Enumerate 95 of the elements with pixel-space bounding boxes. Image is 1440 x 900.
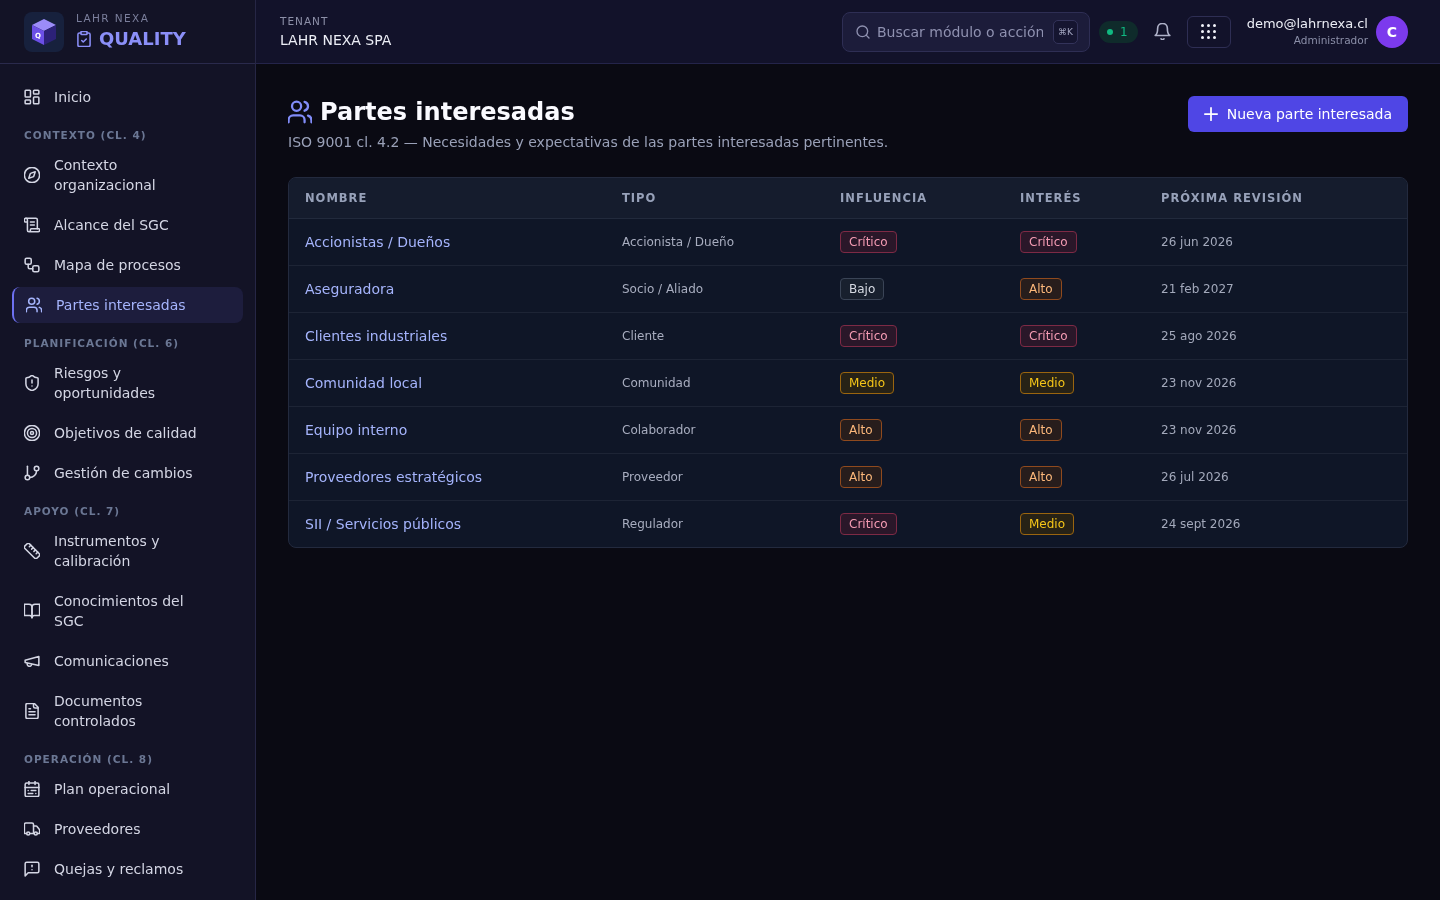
table-cell: 26 jul 2026 — [1161, 470, 1229, 484]
nav-item[interactable]: Comunicaciones — [10, 643, 243, 679]
apps-button[interactable] — [1186, 15, 1231, 48]
company-name: LAHR NEXA — [76, 11, 151, 24]
search-icon — [856, 24, 870, 39]
page-title: Partes interesadas — [320, 97, 575, 128]
party-link[interactable]: Comunidad local — [305, 375, 423, 391]
section-heading: OPERACIÓN (CL. 8) — [23, 752, 154, 767]
message-alert-icon — [24, 861, 40, 877]
party-link[interactable]: Aseguradora — [305, 281, 395, 297]
users-icon — [288, 100, 312, 124]
nav-item[interactable]: Gestión de cambios — [10, 455, 243, 491]
level-badge: Medio — [1020, 513, 1075, 535]
column-header: TIPO — [621, 191, 658, 205]
party-link[interactable]: SII / Servicios públicos — [305, 516, 462, 532]
new-party-button[interactable]: Nueva parte interesada — [1187, 96, 1408, 132]
grid-dots-icon — [1201, 24, 1217, 39]
user-avatar[interactable]: C — [1376, 15, 1408, 48]
table-cell: Colaborador — [622, 423, 696, 437]
table-cell: Socio / Aliado — [622, 282, 704, 296]
level-badge: Bajo — [840, 278, 885, 300]
section-heading: APOYO (CL. 7) — [23, 504, 122, 519]
level-badge: Medio — [840, 372, 895, 394]
shield-icon — [24, 375, 40, 391]
tenant-label: TENANT — [280, 14, 330, 27]
nav-item[interactable]: Inicio — [10, 79, 243, 115]
bell-icon — [1153, 23, 1171, 40]
level-badge: Alto — [840, 466, 882, 488]
plus-icon — [1203, 107, 1218, 121]
party-link[interactable]: Equipo interno — [305, 422, 408, 438]
product-name: QUALITY — [99, 27, 186, 50]
level-badge: Alto — [840, 419, 882, 441]
table-cell: 23 nov 2026 — [1161, 423, 1237, 437]
column-header: NOMBRE — [304, 191, 369, 205]
column-header: INTERÉS — [1019, 191, 1083, 205]
table-cell: 21 feb 2027 — [1161, 282, 1234, 296]
level-badge: Crítico — [840, 513, 897, 535]
megaphone-icon — [24, 653, 40, 669]
calendar-icon — [24, 781, 40, 797]
nav-item[interactable]: Plan operacional — [10, 771, 243, 807]
compass-icon — [24, 167, 40, 183]
nav-item[interactable]: Objetivos de calidad — [10, 415, 243, 451]
nav-item[interactable]: Documentos controlados — [10, 683, 243, 739]
flowchart-icon — [24, 257, 40, 273]
nav-item[interactable]: Instrumentos y calibración — [10, 523, 243, 579]
nav-item[interactable]: Proveedores — [10, 811, 243, 847]
table-cell: Accionista / Dueño — [622, 235, 734, 249]
column-header: INFLUENCIA — [839, 191, 929, 205]
nav-item[interactable]: Quejas y reclamos — [10, 851, 243, 887]
table-cell: Regulador — [622, 517, 683, 531]
level-badge: Crítico — [840, 231, 897, 253]
section-heading: CONTEXTO (CL. 4) — [23, 128, 148, 143]
shortcut-key: ⌘K — [1053, 19, 1078, 44]
level-badge: Crítico — [1020, 325, 1077, 347]
level-badge: Alto — [1020, 466, 1062, 488]
user-email: demo@lahrnexa.cl — [1246, 16, 1368, 32]
ruler-icon — [24, 543, 40, 559]
clipboard-check-icon — [76, 30, 92, 47]
scroll-icon — [24, 217, 40, 233]
nav-item[interactable]: Mapa de procesos — [10, 247, 243, 283]
dashboard-icon — [24, 89, 40, 105]
table-cell: Cliente — [622, 329, 665, 343]
level-badge: Crítico — [1020, 231, 1077, 253]
book-icon — [24, 603, 40, 619]
level-badge: Alto — [1020, 419, 1062, 441]
branch-icon — [24, 465, 40, 481]
party-link[interactable]: Clientes industriales — [305, 328, 448, 344]
table-cell: 26 jun 2026 — [1161, 235, 1233, 249]
column-header: PRÓXIMA REVISIÓN — [1160, 191, 1304, 205]
user-role: Administrador — [1293, 34, 1368, 47]
party-link[interactable]: Accionistas / Dueños — [305, 234, 451, 250]
status-button[interactable]: 1 — [1099, 20, 1138, 43]
table-cell: Proveedor — [622, 470, 683, 484]
nav-item[interactable]: Partes interesadas — [12, 287, 243, 323]
notifications-button[interactable] — [1153, 23, 1171, 40]
page-subtitle: ISO 9001 cl. 4.2 — Necesidades y expectativas de las partes interesadas pertinentes. — [288, 133, 889, 152]
table-cell: 24 sept 2026 — [1161, 517, 1241, 531]
users-icon — [26, 297, 42, 313]
level-badge: Alto — [1020, 278, 1062, 300]
level-badge: Medio — [1020, 372, 1075, 394]
party-link[interactable]: Proveedores estratégicos — [305, 469, 483, 485]
table-cell: 23 nov 2026 — [1161, 376, 1237, 390]
table-cell: Comunidad — [622, 376, 691, 390]
status-dot-icon — [1107, 28, 1113, 35]
nav-item[interactable]: Conocimientos del SGC — [10, 583, 243, 639]
target-icon — [24, 425, 40, 441]
tenant-name: LAHR NEXA SPA — [280, 30, 392, 49]
section-heading: PLANIFICACIÓN (CL. 6) — [23, 336, 181, 351]
table-cell: 25 ago 2026 — [1161, 329, 1237, 343]
level-badge: Crítico — [840, 325, 897, 347]
truck-icon — [24, 821, 40, 837]
nav-item[interactable]: Alcance del SGC — [10, 207, 243, 243]
document-icon — [24, 703, 40, 719]
nav-item[interactable]: Contexto organizacional — [10, 147, 243, 203]
nav-item[interactable]: Riesgos y oportunidades — [10, 355, 243, 411]
